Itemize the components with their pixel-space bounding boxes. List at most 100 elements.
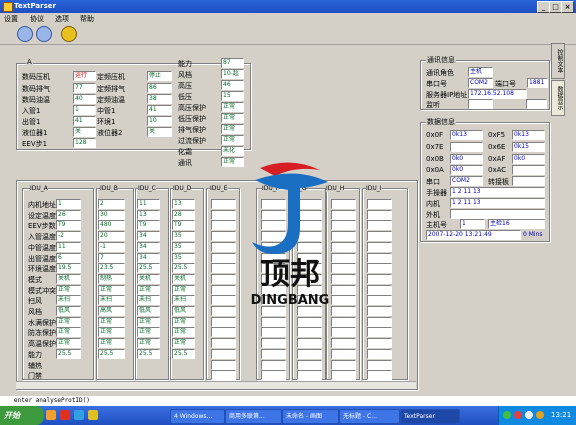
quicklaunch-icon[interactable] (46, 410, 56, 420)
idu-row-label: 中管温度 (28, 243, 56, 252)
field-value: 运行 (73, 71, 96, 81)
port-num-value[interactable]: 1881 (527, 78, 548, 88)
quicklaunch-icon[interactable] (74, 410, 84, 420)
close-button[interactable]: × (561, 1, 574, 13)
task-button[interactable]: TextParser (400, 409, 460, 424)
status-line: enter analyseProtID() (0, 396, 576, 406)
inner-unit-value: 1 2 11 13 (450, 198, 545, 208)
idu-cell: -2 (56, 231, 81, 242)
reg-label: 0x0F (426, 131, 444, 139)
operator-value: 1 2 11 13 (450, 187, 545, 197)
field-label: 数码排气 (22, 85, 50, 93)
reg-label: 0xAF (488, 155, 506, 163)
detect-value[interactable]: 主检16 (488, 219, 545, 229)
idu-cell: 13 (137, 209, 160, 220)
task-button[interactable]: 商用多联第... (225, 409, 282, 424)
idu-cell: 低风 (172, 306, 195, 316)
server-ip-value[interactable]: 172.16.52.108 (468, 89, 527, 99)
comm-role-value[interactable]: 主机 (468, 67, 493, 77)
idu-cell: 正常 (137, 327, 160, 338)
scrollbar-horizontal[interactable] (16, 381, 416, 389)
idu-cell: 34 (137, 252, 160, 263)
idu-cell-empty (261, 316, 286, 327)
idu-cell-empty (367, 327, 392, 338)
task-button[interactable]: 未命名 - 画图 (282, 409, 339, 424)
tray-icon[interactable] (503, 411, 511, 419)
host-value[interactable]: 1 (460, 219, 485, 229)
listen-box-1[interactable] (468, 99, 493, 109)
listen-box-2[interactable] (526, 99, 547, 109)
idu-cell: 正常 (56, 338, 81, 349)
field-value: 41 (73, 116, 96, 126)
reg-value (512, 165, 545, 175)
idu-row-label: 环境温度 (28, 265, 56, 274)
convert-board-value[interactable] (512, 176, 545, 186)
idu-row-label: 水满保护 (28, 318, 56, 327)
zoom-in-icon[interactable] (17, 26, 33, 42)
idu-cell-empty (211, 348, 236, 359)
unit-group-a (16, 63, 251, 150)
field-label: 排气保护 (178, 126, 206, 134)
idu-cell-empty (367, 338, 392, 349)
field-label: 定频排气 (97, 85, 125, 93)
group-label: A (26, 58, 33, 66)
idu-row-label: 门禁 (28, 372, 42, 381)
idu-col-title: IDU_C (138, 185, 156, 192)
field-label: 入管1 (22, 107, 41, 115)
idu-cell: 25.5 (172, 263, 195, 274)
reg-label: 0x0A (426, 166, 444, 174)
menu-options[interactable]: 选项 (55, 14, 69, 24)
idu-row-label: 模式 (28, 275, 42, 284)
idu-cell: 25.5 (98, 348, 125, 359)
field-label: 能力 (178, 60, 192, 68)
idu-cell-empty (297, 338, 322, 349)
field-value: 正常 (221, 102, 244, 112)
tab-data-display[interactable]: 数据显示 (551, 80, 565, 116)
zoom-out-icon[interactable] (36, 26, 52, 42)
reg-value: 0k0 (512, 154, 545, 164)
idu-cell: 20 (98, 231, 125, 242)
idu-cell: 11 (137, 199, 160, 209)
clock: 13:21 (551, 411, 572, 419)
logo-chinese: 顶邦 (260, 257, 320, 292)
task-button[interactable]: 无标题 - C... (339, 409, 400, 424)
idu-cell: 6 (56, 252, 81, 263)
serial-label: 串口 (426, 178, 440, 186)
field-label: 液位器1 (22, 129, 48, 137)
task-button[interactable]: 4 Windows... (170, 409, 225, 424)
idu-col-title: IDU_D (173, 185, 192, 192)
idu-cell: 高风 (98, 306, 125, 316)
start-button[interactable]: 开始 (0, 406, 44, 425)
taskbar: 开始 4 Windows... 商用多联第... 未命名 - 画图 无标题 - … (0, 406, 576, 425)
idu-cell: 正常 (172, 316, 195, 327)
idu-cell-empty (297, 359, 322, 370)
idu-cell: 正常 (172, 327, 195, 338)
idu-cell: 34 (137, 241, 160, 252)
idu-cell: 关机 (137, 273, 160, 284)
port-num-label: 端口号 (495, 80, 516, 88)
serial-value[interactable]: COM2 (450, 176, 483, 186)
idu-cell: 关机 (172, 273, 195, 284)
idu-cell: 25.5 (137, 263, 160, 274)
help-icon[interactable] (61, 26, 77, 42)
menu-settings[interactable]: 设置 (4, 14, 18, 24)
idu-cell: 关机 (56, 273, 81, 284)
quicklaunch-icon[interactable] (60, 410, 70, 420)
tray-icon[interactable] (536, 411, 544, 419)
tray-icon[interactable] (525, 411, 533, 419)
reg-label: 0x7E (426, 143, 444, 151)
idu-cell-empty (331, 316, 356, 327)
field-value: 41 (147, 105, 172, 115)
quicklaunch-icon[interactable] (88, 410, 98, 420)
idu-row-label: 出管温度 (28, 254, 56, 263)
reg-value: 0k13 (512, 130, 545, 140)
operator-label: 手操器 (426, 189, 447, 197)
idu-cell: 19.5 (56, 263, 81, 274)
menu-help[interactable]: 帮助 (80, 14, 94, 24)
tab-control-text[interactable]: 控制文本 (551, 43, 565, 79)
field-label: 中管1 (97, 107, 116, 115)
idu-cell-empty (211, 338, 236, 349)
menu-protocol[interactable]: 协议 (30, 14, 44, 24)
port-value[interactable]: COM2 (468, 78, 493, 88)
tray-icon[interactable] (514, 411, 522, 419)
